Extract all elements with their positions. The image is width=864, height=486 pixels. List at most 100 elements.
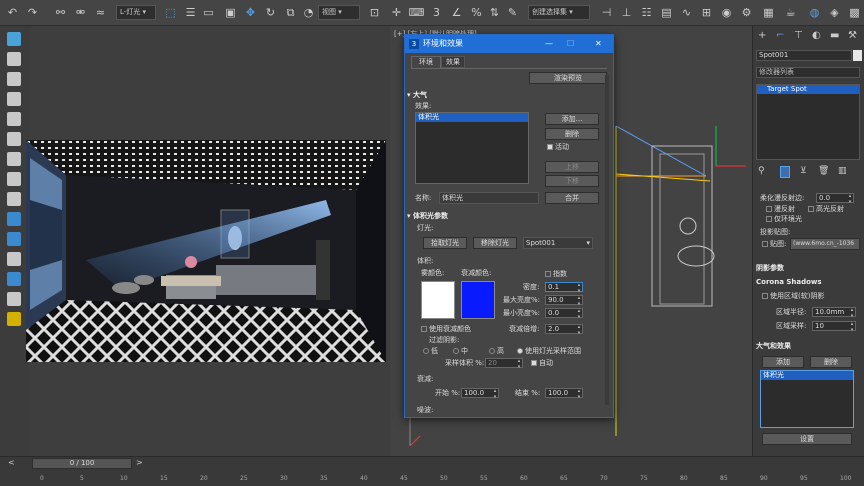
atten-mult-spinner[interactable]: 2.0 [545,324,583,336]
atmosphere-header[interactable]: ▾ 大气 [407,90,611,101]
qr-icon[interactable]: ◍ [806,4,823,21]
window-tool-icon[interactable] [7,272,21,286]
timeline-ruler[interactable]: 0 5 10 15 20 25 30 35 40 45 50 55 60 65 70 75 80 85 90 95 10… [40,471,860,485]
rect-select-icon[interactable]: ▭ [200,4,217,21]
motion-tab-icon[interactable]: ◐ [812,30,821,41]
specular-checkbox[interactable]: 高光反射 [808,205,844,214]
corona-render-icon[interactable]: ◈ [826,4,843,21]
radio-low[interactable]: 低 [423,347,438,356]
ribbon-icon[interactable]: ▤ [658,4,675,21]
density-spinner[interactable]: 0.1 [545,282,583,294]
percent-snap-icon[interactable]: % [468,4,485,21]
volume-light-params-header[interactable]: ▾ 体积光参数 [407,211,611,222]
schematic-icon[interactable]: ⊞ [698,4,715,21]
use-area-shadow-checkbox[interactable]: 使用区域(软)阴影 [762,292,824,301]
area-shadow-check-box[interactable] [762,293,768,299]
keyboard-shortcut-icon[interactable]: ⌨ [408,4,425,21]
effect-name-field[interactable]: 体积光 [439,192,539,204]
add-effect-button[interactable]: 添加... [545,113,599,125]
object-name-field[interactable]: Spot001 [756,50,852,61]
atmos-delete-button[interactable]: 删除 [810,356,852,368]
render-preview-button[interactable]: 渲染预览 [529,72,607,84]
map-checkbox[interactable]: 贴图: [762,240,786,249]
auto-check-box[interactable] [531,360,537,366]
cursor-icon[interactable] [7,72,21,86]
end-spinner[interactable]: 100.0 [545,388,583,400]
link-icon[interactable]: ⚯ [52,4,69,21]
select-object-icon[interactable]: ⬚ [162,4,179,21]
render-frame-icon[interactable]: ▦ [760,4,777,21]
map-check-box[interactable] [762,241,768,247]
angle-snap-icon[interactable]: ∠ [448,4,465,21]
corona-shadows-header[interactable]: Corona Shadows [756,277,862,288]
atmos-setup-button[interactable]: 设置 [762,433,852,445]
use-atten-color-checkbox[interactable]: 使用衰减颜色 [421,325,471,334]
radio-mid-circle[interactable] [453,348,459,354]
diffuse-check-box[interactable] [766,206,772,212]
spinner-snap-icon[interactable]: ⇅ [486,4,503,21]
render-icon[interactable]: ☕ [782,4,799,21]
configure-sets-icon[interactable]: ▥ [838,166,847,176]
remove-light-button[interactable]: 移除灯光 [473,237,517,249]
close-icon[interactable]: ✕ [595,35,602,53]
light-select-dropdown[interactable]: Spot001 ▾ [523,237,593,249]
panel-tool-icon[interactable] [7,232,21,246]
undo-icon[interactable]: ↶ [4,4,21,21]
sample-volume-spinner[interactable]: 20 [485,358,523,370]
use-atten-check-box[interactable] [421,326,427,332]
scale-icon[interactable]: ⧉ [282,4,299,21]
start-spinner[interactable]: 100.0 [461,388,499,400]
min-brightness-spinner[interactable]: 0.0 [545,308,583,320]
projector-map-button[interactable]: (www.6mo.cn_-1036 [790,238,860,250]
lightbulb-icon[interactable] [7,32,21,46]
ambient-only-checkbox[interactable]: 仅环境光 [766,215,802,224]
tab-effects[interactable]: 效果 [441,56,465,68]
view-select[interactable]: 视图 ▾ [318,5,360,20]
radio-low-circle[interactable] [423,348,429,354]
cube-icon[interactable] [7,152,21,166]
snap-3-icon[interactable]: 3 [428,4,445,21]
ambient-check-box[interactable] [766,216,772,222]
light-tool-icon[interactable] [7,312,21,326]
move-icon[interactable]: ✥ [242,4,259,21]
tab-environment[interactable]: 环境 [411,56,441,68]
shadow-params-header[interactable]: 阴影参数 [756,263,862,274]
radio-high[interactable]: 高 [489,347,504,356]
active-checkbox[interactable]: 活动 [547,143,569,152]
maximize-icon[interactable]: ☐ [567,35,574,53]
select-manipulate-icon[interactable]: ✛ [388,4,405,21]
area-radius-spinner[interactable]: 10.0mm [812,307,856,319]
mirror-icon[interactable]: ⊣ [598,4,615,21]
make-unique-icon[interactable]: ⊻ [800,166,807,176]
modifier-list-dropdown[interactable]: 修改器列表 [756,67,860,78]
atmos-add-button[interactable]: 添加 [762,356,804,368]
modify-tab-icon[interactable]: ⌐ [776,30,784,41]
merge-button[interactable]: 合并 [545,192,599,204]
show-end-result-icon[interactable] [780,166,790,178]
utilities-tab-icon[interactable]: ⚒ [848,30,857,41]
brush-icon[interactable] [7,132,21,146]
table-tool-icon[interactable] [7,252,21,266]
ruler-icon[interactable] [7,112,21,126]
hierarchy-tab-icon[interactable]: ⊤ [794,30,803,41]
remove-modifier-icon[interactable]: 🗑 [818,166,829,176]
next-frame-icon[interactable]: > [136,458,143,467]
auto-checkbox[interactable]: 自动 [531,359,553,368]
area-samples-spinner[interactable]: 10 [812,321,856,333]
pivot-icon[interactable]: ⊡ [366,4,383,21]
move-up-button[interactable]: 上移 [545,161,599,173]
text-tool-icon[interactable] [7,92,21,106]
radio-use-light-circle[interactable] [517,348,523,354]
radio-high-circle[interactable] [489,348,495,354]
display-tab-icon[interactable]: ▬ [830,30,839,41]
time-slider[interactable]: 0 / 100 [32,458,132,469]
specular-check-box[interactable] [808,206,814,212]
rotate-icon[interactable]: ↻ [262,4,279,21]
delete-effect-button[interactable]: 删除 [545,128,599,140]
prev-frame-icon[interactable]: < [8,458,15,467]
layer-select[interactable]: L-灯光 ▾ [116,5,156,20]
effects-list-item[interactable]: 体积光 [416,113,528,122]
radio-use-light-range[interactable]: 使用灯光采样范围 [517,347,581,356]
atmos-effect-item[interactable]: 体积光 [761,371,853,380]
unlink-icon[interactable]: ⚮ [72,4,89,21]
